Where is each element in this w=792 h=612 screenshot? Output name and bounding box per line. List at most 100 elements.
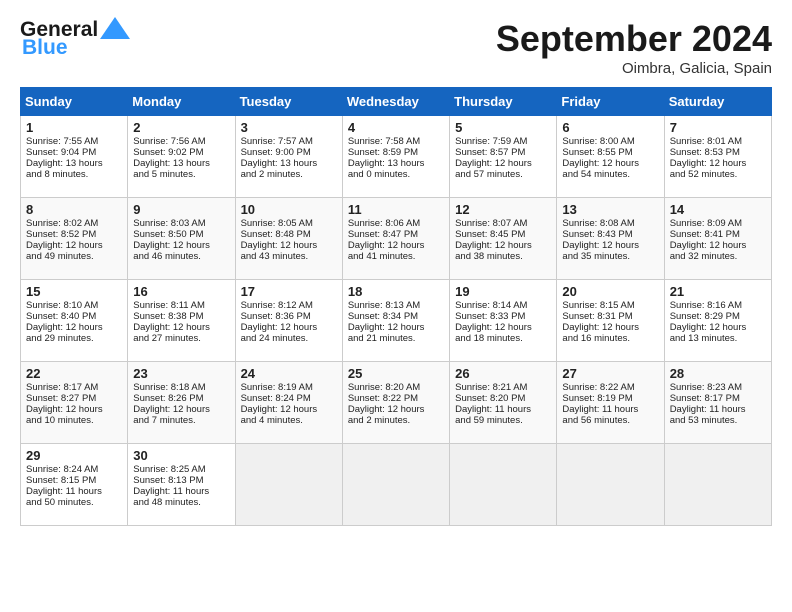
- day-number: 10: [241, 202, 337, 217]
- col-header-friday: Friday: [557, 88, 664, 116]
- day-info-line: Daylight: 12 hours: [241, 404, 337, 415]
- day-cell: 2Sunrise: 7:56 AMSunset: 9:02 PMDaylight…: [128, 116, 235, 198]
- month-title: September 2024: [496, 18, 772, 60]
- day-info-line: and 59 minutes.: [455, 415, 551, 426]
- day-number: 1: [26, 120, 122, 135]
- day-info-line: Sunset: 8:57 PM: [455, 147, 551, 158]
- day-info-line: Sunset: 8:36 PM: [241, 311, 337, 322]
- day-cell: 28Sunrise: 8:23 AMSunset: 8:17 PMDayligh…: [664, 362, 771, 444]
- day-info-line: Sunrise: 8:19 AM: [241, 382, 337, 393]
- day-info-line: Sunset: 8:52 PM: [26, 229, 122, 240]
- week-row-4: 22Sunrise: 8:17 AMSunset: 8:27 PMDayligh…: [21, 362, 772, 444]
- day-number: 13: [562, 202, 658, 217]
- day-info-line: Sunset: 8:20 PM: [455, 393, 551, 404]
- day-info-line: and 56 minutes.: [562, 415, 658, 426]
- calendar-table: SundayMondayTuesdayWednesdayThursdayFrid…: [20, 87, 772, 526]
- day-number: 26: [455, 366, 551, 381]
- day-info-line: Sunrise: 8:23 AM: [670, 382, 766, 393]
- week-row-3: 15Sunrise: 8:10 AMSunset: 8:40 PMDayligh…: [21, 280, 772, 362]
- day-cell: 18Sunrise: 8:13 AMSunset: 8:34 PMDayligh…: [342, 280, 449, 362]
- day-info-line: Sunrise: 8:14 AM: [455, 300, 551, 311]
- logo: General Blue: [20, 18, 130, 60]
- logo-blue: Blue: [22, 36, 68, 60]
- day-number: 5: [455, 120, 551, 135]
- day-number: 27: [562, 366, 658, 381]
- day-info-line: and 57 minutes.: [455, 169, 551, 180]
- day-info-line: and 41 minutes.: [348, 251, 444, 262]
- day-cell: 11Sunrise: 8:06 AMSunset: 8:47 PMDayligh…: [342, 198, 449, 280]
- day-info-line: Sunrise: 7:57 AM: [241, 136, 337, 147]
- day-info-line: and 46 minutes.: [133, 251, 229, 262]
- day-info-line: Sunrise: 8:05 AM: [241, 218, 337, 229]
- day-cell: 9Sunrise: 8:03 AMSunset: 8:50 PMDaylight…: [128, 198, 235, 280]
- day-info-line: Sunrise: 8:03 AM: [133, 218, 229, 229]
- day-info-line: Sunrise: 8:20 AM: [348, 382, 444, 393]
- day-cell: 26Sunrise: 8:21 AMSunset: 8:20 PMDayligh…: [450, 362, 557, 444]
- day-info-line: Sunset: 8:29 PM: [670, 311, 766, 322]
- week-row-2: 8Sunrise: 8:02 AMSunset: 8:52 PMDaylight…: [21, 198, 772, 280]
- day-info-line: and 21 minutes.: [348, 333, 444, 344]
- day-info-line: Sunrise: 8:00 AM: [562, 136, 658, 147]
- day-number: 9: [133, 202, 229, 217]
- day-info-line: and 10 minutes.: [26, 415, 122, 426]
- day-number: 11: [348, 202, 444, 217]
- day-info-line: Sunset: 8:47 PM: [348, 229, 444, 240]
- day-info-line: and 24 minutes.: [241, 333, 337, 344]
- day-number: 15: [26, 284, 122, 299]
- day-cell: 12Sunrise: 8:07 AMSunset: 8:45 PMDayligh…: [450, 198, 557, 280]
- day-number: 28: [670, 366, 766, 381]
- day-info-line: Sunset: 8:22 PM: [348, 393, 444, 404]
- day-info-line: Sunset: 8:15 PM: [26, 475, 122, 486]
- day-info-line: Sunrise: 8:12 AM: [241, 300, 337, 311]
- day-info-line: Sunrise: 8:22 AM: [562, 382, 658, 393]
- day-info-line: Sunrise: 8:07 AM: [455, 218, 551, 229]
- day-info-line: Daylight: 13 hours: [348, 158, 444, 169]
- day-number: 22: [26, 366, 122, 381]
- day-info-line: Sunrise: 8:06 AM: [348, 218, 444, 229]
- day-info-line: and 4 minutes.: [241, 415, 337, 426]
- col-header-tuesday: Tuesday: [235, 88, 342, 116]
- day-info-line: and 54 minutes.: [562, 169, 658, 180]
- day-info-line: Daylight: 12 hours: [348, 322, 444, 333]
- day-info-line: Sunrise: 8:11 AM: [133, 300, 229, 311]
- day-info-line: Daylight: 12 hours: [26, 404, 122, 415]
- day-cell: 19Sunrise: 8:14 AMSunset: 8:33 PMDayligh…: [450, 280, 557, 362]
- day-cell: 15Sunrise: 8:10 AMSunset: 8:40 PMDayligh…: [21, 280, 128, 362]
- day-cell: [235, 444, 342, 526]
- day-number: 23: [133, 366, 229, 381]
- day-info-line: Sunrise: 8:18 AM: [133, 382, 229, 393]
- header-row: SundayMondayTuesdayWednesdayThursdayFrid…: [21, 88, 772, 116]
- day-cell: 5Sunrise: 7:59 AMSunset: 8:57 PMDaylight…: [450, 116, 557, 198]
- day-info-line: Sunset: 8:53 PM: [670, 147, 766, 158]
- day-info-line: Sunrise: 7:58 AM: [348, 136, 444, 147]
- day-info-line: Sunset: 8:48 PM: [241, 229, 337, 240]
- day-info-line: Sunset: 8:41 PM: [670, 229, 766, 240]
- day-info-line: Sunset: 8:17 PM: [670, 393, 766, 404]
- day-cell: 13Sunrise: 8:08 AMSunset: 8:43 PMDayligh…: [557, 198, 664, 280]
- day-number: 20: [562, 284, 658, 299]
- day-info-line: and 38 minutes.: [455, 251, 551, 262]
- day-info-line: and 32 minutes.: [670, 251, 766, 262]
- day-info-line: Sunrise: 7:59 AM: [455, 136, 551, 147]
- day-info-line: Sunset: 8:31 PM: [562, 311, 658, 322]
- day-info-line: and 50 minutes.: [26, 497, 122, 508]
- day-info-line: Sunset: 8:59 PM: [348, 147, 444, 158]
- day-info-line: and 5 minutes.: [133, 169, 229, 180]
- day-number: 17: [241, 284, 337, 299]
- day-cell: 24Sunrise: 8:19 AMSunset: 8:24 PMDayligh…: [235, 362, 342, 444]
- day-info-line: Daylight: 11 hours: [26, 486, 122, 497]
- day-info-line: and 29 minutes.: [26, 333, 122, 344]
- day-info-line: Daylight: 12 hours: [455, 158, 551, 169]
- day-info-line: Daylight: 13 hours: [26, 158, 122, 169]
- day-cell: 17Sunrise: 8:12 AMSunset: 8:36 PMDayligh…: [235, 280, 342, 362]
- day-number: 30: [133, 448, 229, 463]
- day-info-line: Sunset: 8:38 PM: [133, 311, 229, 322]
- day-info-line: and 43 minutes.: [241, 251, 337, 262]
- day-number: 8: [26, 202, 122, 217]
- day-info-line: Daylight: 12 hours: [241, 322, 337, 333]
- day-info-line: and 35 minutes.: [562, 251, 658, 262]
- day-cell: 25Sunrise: 8:20 AMSunset: 8:22 PMDayligh…: [342, 362, 449, 444]
- day-info-line: and 16 minutes.: [562, 333, 658, 344]
- day-cell: 30Sunrise: 8:25 AMSunset: 8:13 PMDayligh…: [128, 444, 235, 526]
- subtitle: Oimbra, Galicia, Spain: [496, 60, 772, 77]
